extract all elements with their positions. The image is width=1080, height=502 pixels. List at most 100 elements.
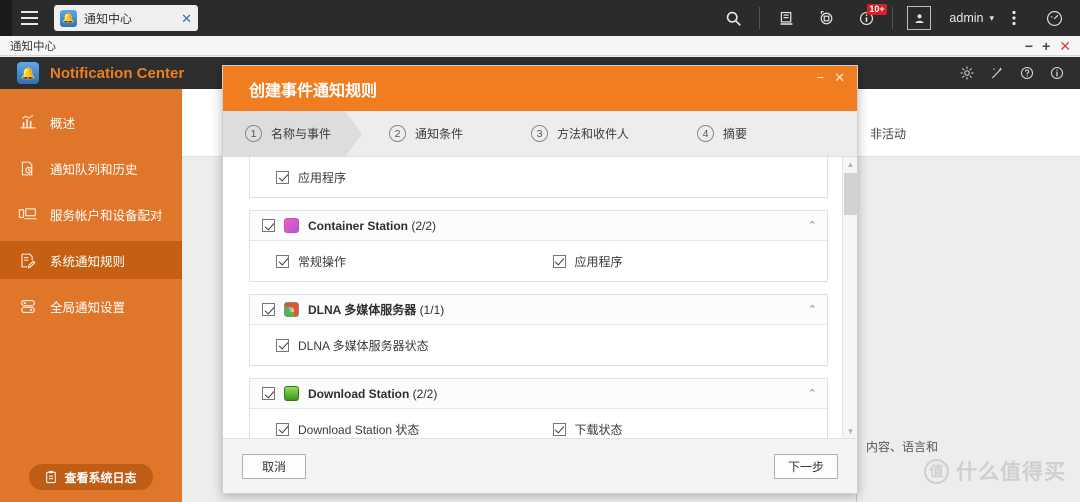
scroll-up-arrow-icon[interactable]: ▲ bbox=[843, 157, 857, 171]
group-header[interactable]: DLNA 多媒体服务器 (1/1) ⌃ bbox=[250, 295, 827, 325]
step-label: 名称与事件 bbox=[271, 127, 332, 141]
watermark: 值 什么值得买 bbox=[924, 456, 1066, 486]
wizard-step-2[interactable]: 2 通知条件 bbox=[367, 111, 477, 156]
backup-icon[interactable] bbox=[766, 0, 806, 36]
view-system-log-button[interactable]: 查看系统日志 bbox=[29, 464, 153, 490]
group-item[interactable]: 常规操作 bbox=[262, 251, 539, 271]
group-items: Download Station 状态 下载状态 bbox=[250, 409, 827, 438]
dashboard-gauge-icon[interactable] bbox=[1034, 0, 1074, 36]
group-partial-top: 应用程序 bbox=[249, 157, 828, 198]
step-number: 3 bbox=[531, 125, 549, 142]
group-download-station: Download Station (2/2) ⌃ Download Statio… bbox=[249, 378, 828, 438]
global-settings-icon bbox=[17, 297, 38, 316]
about-info-icon[interactable] bbox=[1042, 57, 1072, 89]
window-title-strip: 通知中心 − + ✕ bbox=[0, 36, 1080, 56]
group-name: Container Station bbox=[308, 218, 409, 233]
checkbox-checked[interactable] bbox=[552, 254, 566, 268]
dialog-title: 创建事件通知规则 bbox=[249, 82, 378, 100]
group-item[interactable]: DLNA 多媒体服务器状态 bbox=[262, 335, 539, 355]
info-icon[interactable]: 10+ bbox=[846, 0, 887, 36]
checkbox-checked[interactable] bbox=[262, 387, 275, 400]
group-title: Download Station (2/2) bbox=[308, 387, 437, 401]
checkbox-checked[interactable] bbox=[262, 303, 275, 316]
group-count: (2/2) bbox=[411, 218, 437, 233]
checkbox-checked[interactable] bbox=[262, 219, 275, 232]
more-vertical-icon[interactable] bbox=[994, 0, 1034, 36]
group-header[interactable]: Container Station (2/2) ⌃ bbox=[250, 211, 827, 241]
app-title: Notification Center bbox=[50, 64, 185, 82]
dialog-minimize-button[interactable]: − bbox=[817, 71, 825, 84]
group-name: Download Station bbox=[308, 386, 410, 401]
group-item-label: DLNA 多媒体服务器状态 bbox=[298, 338, 429, 353]
content-scrollbar[interactable]: ▲ ▼ bbox=[842, 157, 857, 438]
dialog-close-button[interactable]: ✕ bbox=[834, 71, 845, 84]
group-items: DLNA 多媒体服务器状态 bbox=[250, 325, 827, 365]
group-item[interactable]: 应用程序 bbox=[539, 251, 816, 271]
group-title: DLNA 多媒体服务器 (1/1) bbox=[308, 301, 444, 318]
desktop-toolbar: 10+ admin ▾ bbox=[713, 0, 1080, 36]
next-button[interactable]: 下一步 bbox=[774, 453, 838, 479]
group-item[interactable]: Download Station 状态 bbox=[262, 419, 539, 438]
chevron-up-icon[interactable]: ⌃ bbox=[808, 303, 817, 316]
scrollbar-thumb[interactable] bbox=[844, 173, 857, 215]
user-avatar-icon[interactable] bbox=[899, 0, 939, 36]
scroll-down-arrow-icon[interactable]: ▼ bbox=[843, 424, 857, 438]
notification-app-icon: 🔔 bbox=[60, 9, 77, 27]
step-number: 1 bbox=[245, 125, 262, 142]
step-label: 摘要 bbox=[723, 127, 748, 141]
dialog-body: 应用程序 Container Station (2/2) ⌃ 常规操作 应用程序… bbox=[223, 157, 857, 438]
dialog-header-controls: − ✕ bbox=[817, 71, 858, 84]
desktop-topbar: 🔔 通知中心 ✕ 10+ admin ▾ bbox=[0, 0, 1080, 36]
chevron-up-icon[interactable]: ⌃ bbox=[808, 219, 817, 232]
step-label: 方法和收件人 bbox=[557, 127, 630, 141]
container-station-icon bbox=[284, 218, 299, 233]
window-minimize-button[interactable]: − bbox=[1025, 39, 1033, 53]
sidebar-item-global-settings[interactable]: 全局通知设置 bbox=[0, 287, 182, 325]
wizard-step-4[interactable]: 4 摘要 bbox=[675, 111, 761, 156]
group-item-label: 下载状态 bbox=[574, 422, 623, 437]
device-pair-icon bbox=[17, 205, 38, 224]
search-icon[interactable] bbox=[713, 0, 753, 36]
chart-bars-icon bbox=[17, 113, 38, 132]
checkbox-checked[interactable] bbox=[276, 338, 289, 352]
close-icon[interactable]: ✕ bbox=[181, 12, 192, 25]
username-label[interactable]: admin bbox=[949, 11, 983, 25]
wizard-step-3[interactable]: 3 方法和收件人 bbox=[509, 111, 643, 156]
sidebar-item-queue-history[interactable]: 通知队列和历史 bbox=[0, 149, 182, 187]
desktop-tab-notification-center[interactable]: 🔔 通知中心 ✕ bbox=[54, 5, 198, 31]
background-column-header: 非活动 bbox=[870, 127, 907, 141]
step-label: 通知条件 bbox=[415, 127, 464, 141]
clipboard-log-icon bbox=[46, 470, 57, 484]
view-system-log-label: 查看系统日志 bbox=[64, 470, 137, 485]
sidebar-item-service-accounts[interactable]: 服务帐户和设备配对 bbox=[0, 195, 182, 233]
wizard-wand-icon[interactable] bbox=[982, 57, 1012, 89]
dialog-header: 创建事件通知规则 − ✕ bbox=[223, 66, 857, 111]
checkbox-checked[interactable] bbox=[552, 422, 566, 436]
hamburger-icon[interactable] bbox=[12, 0, 46, 36]
watermark-text: 什么值得买 bbox=[956, 461, 1066, 484]
window-controls: − + ✕ bbox=[1025, 39, 1080, 53]
window-maximize-button[interactable]: + bbox=[1042, 39, 1050, 53]
checkbox-checked[interactable] bbox=[276, 170, 289, 184]
resource-monitor-icon[interactable] bbox=[806, 0, 846, 36]
sidebar-item-system-rules[interactable]: 系统通知规则 bbox=[0, 241, 182, 279]
history-queue-icon bbox=[17, 159, 38, 178]
window-close-button[interactable]: ✕ bbox=[1059, 39, 1071, 53]
rules-edit-icon bbox=[17, 251, 38, 270]
sub-item-label: 应用程序 bbox=[298, 170, 347, 185]
wizard-step-1[interactable]: 1 名称与事件 bbox=[223, 111, 363, 157]
chevron-up-icon[interactable]: ⌃ bbox=[808, 387, 817, 400]
app-header-actions bbox=[952, 57, 1080, 89]
group-header[interactable]: Download Station (2/2) ⌃ bbox=[250, 379, 827, 409]
checkbox-checked[interactable] bbox=[276, 254, 289, 268]
group-item-label: 应用程序 bbox=[574, 254, 623, 269]
cancel-button[interactable]: 取消 bbox=[242, 453, 306, 479]
sidebar-item-overview[interactable]: 概述 bbox=[0, 103, 182, 141]
checkbox-checked[interactable] bbox=[276, 422, 289, 436]
topbar-left-edge bbox=[0, 0, 12, 36]
group-item[interactable]: 下载状态 bbox=[539, 419, 816, 438]
help-question-icon[interactable] bbox=[1012, 57, 1042, 89]
info-badge: 10+ bbox=[867, 4, 887, 15]
dlna-media-server-icon bbox=[284, 302, 299, 317]
settings-gear-icon[interactable] bbox=[952, 57, 982, 89]
